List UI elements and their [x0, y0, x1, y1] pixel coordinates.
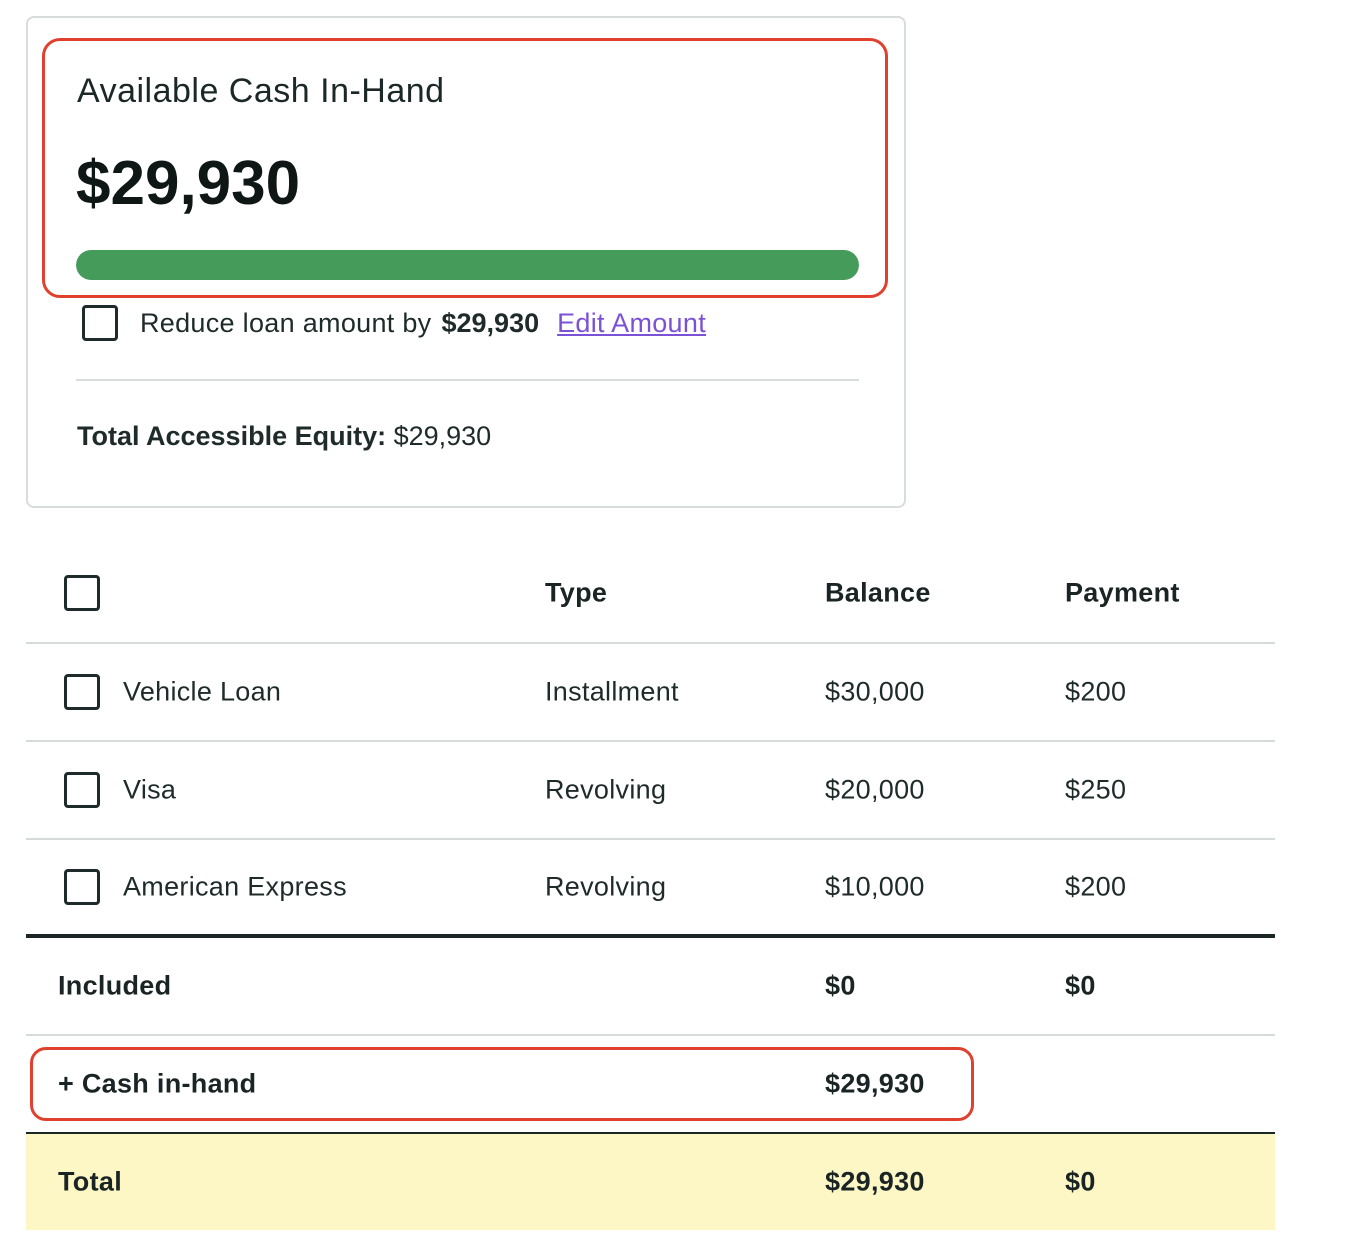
row-type: Revolving: [545, 871, 667, 902]
row-checkbox-visa[interactable]: [64, 772, 100, 808]
edit-amount-link[interactable]: Edit Amount: [557, 308, 706, 339]
total-row: Total $29,930 $0: [26, 1134, 1275, 1230]
total-label: Total: [58, 1166, 122, 1197]
cash-in-hand-row: + Cash in-hand $29,930: [26, 1036, 1275, 1134]
select-all-checkbox[interactable]: [64, 575, 100, 611]
available-cash-amount: $29,930: [76, 149, 301, 218]
debts-table: Type Balance Payment Vehicle Loan Instal…: [26, 544, 1275, 1230]
table-header-row: Type Balance Payment: [26, 544, 1275, 644]
included-row: Included $0 $0: [26, 938, 1275, 1036]
card-title: Available Cash In-Hand: [77, 72, 445, 110]
row-name: Visa: [123, 774, 177, 805]
reduce-loan-label: Reduce loan amount by: [140, 307, 432, 338]
reduce-loan-checkbox[interactable]: [82, 305, 118, 341]
row-name: American Express: [123, 871, 347, 902]
row-balance: $30,000: [825, 676, 925, 707]
total-payment: $0: [1065, 1166, 1096, 1197]
cash-in-hand-balance: $29,930: [825, 1068, 925, 1099]
row-payment: $200: [1065, 871, 1127, 902]
cash-in-hand-label: + Cash in-hand: [58, 1068, 257, 1099]
included-payment: $0: [1065, 970, 1096, 1001]
reduce-loan-amount: $29,930: [441, 307, 540, 338]
included-label: Included: [58, 970, 172, 1001]
column-header-balance: Balance: [825, 577, 931, 608]
cash-progress-bar: [76, 250, 859, 280]
row-balance: $20,000: [825, 774, 925, 805]
included-balance: $0: [825, 970, 856, 1001]
row-type: Installment: [545, 676, 679, 707]
reduce-loan-row: Reduce loan amount by $29,930 Edit Amoun…: [82, 305, 706, 341]
row-payment: $200: [1065, 676, 1127, 707]
row-payment: $250: [1065, 774, 1127, 805]
table-row-visa: Visa Revolving $20,000 $250: [26, 742, 1275, 840]
table-row-vehicle-loan: Vehicle Loan Installment $30,000 $200: [26, 644, 1275, 742]
row-checkbox-vehicle-loan[interactable]: [64, 674, 100, 710]
row-balance: $10,000: [825, 871, 925, 902]
row-checkbox-american-express[interactable]: [64, 869, 100, 905]
row-type: Revolving: [545, 774, 667, 805]
table-row-american-express: American Express Revolving $10,000 $200: [26, 840, 1275, 938]
equity-label: Total Accessible Equity:: [77, 421, 387, 451]
cash-progress-fill: [76, 250, 859, 280]
page: Available Cash In-Hand $29,930 Reduce lo…: [0, 0, 1348, 1256]
equity-value: $29,930: [393, 421, 492, 451]
total-accessible-equity: Total Accessible Equity: $29,930: [77, 421, 491, 452]
total-balance: $29,930: [825, 1166, 925, 1197]
card-divider: [76, 379, 859, 381]
column-header-type: Type: [545, 577, 608, 608]
column-header-payment: Payment: [1065, 577, 1180, 608]
row-name: Vehicle Loan: [123, 676, 282, 707]
